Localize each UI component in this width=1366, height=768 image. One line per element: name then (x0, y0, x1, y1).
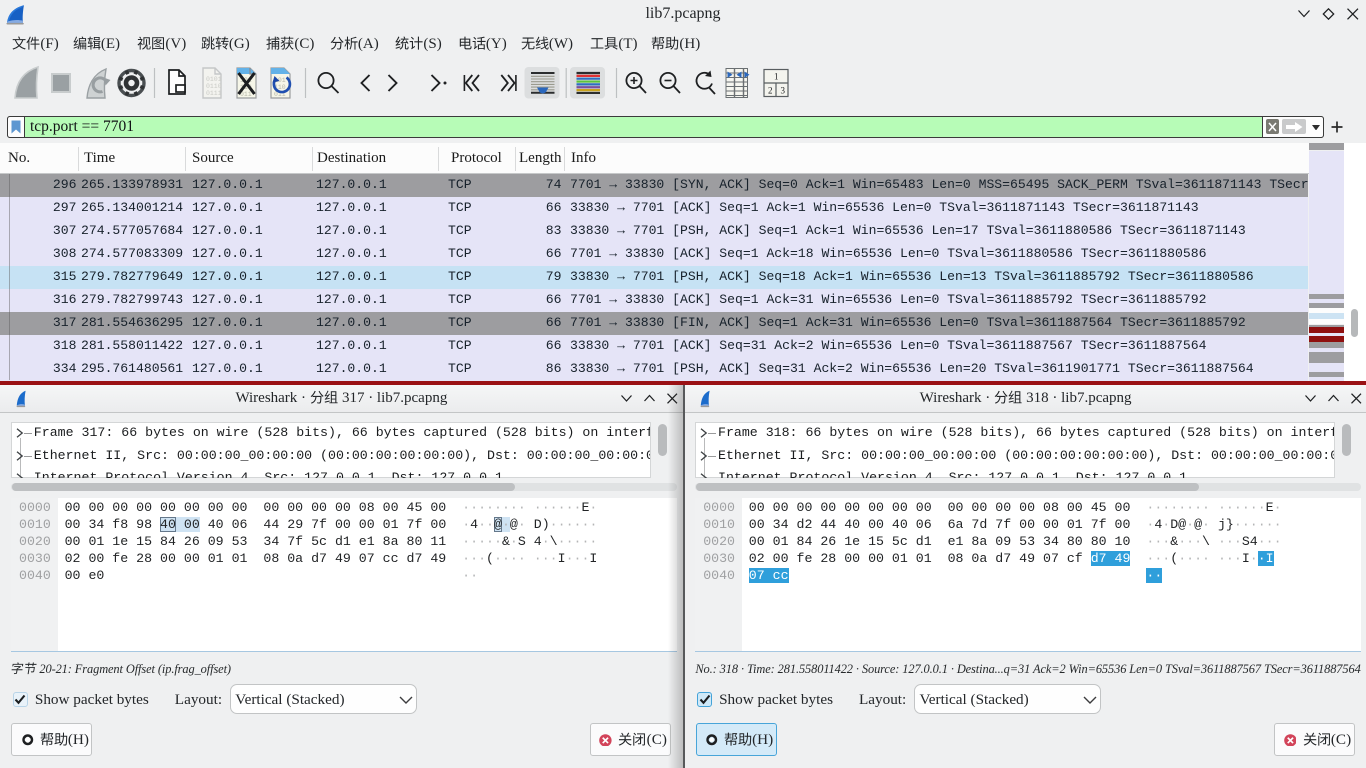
svg-text:1: 1 (774, 72, 779, 82)
svg-text:0101: 0101 (206, 76, 222, 83)
svg-text:0111: 0111 (206, 90, 222, 97)
svg-text:2: 2 (768, 86, 773, 96)
svg-text:3: 3 (781, 86, 786, 96)
svg-text:0110: 0110 (206, 83, 222, 90)
